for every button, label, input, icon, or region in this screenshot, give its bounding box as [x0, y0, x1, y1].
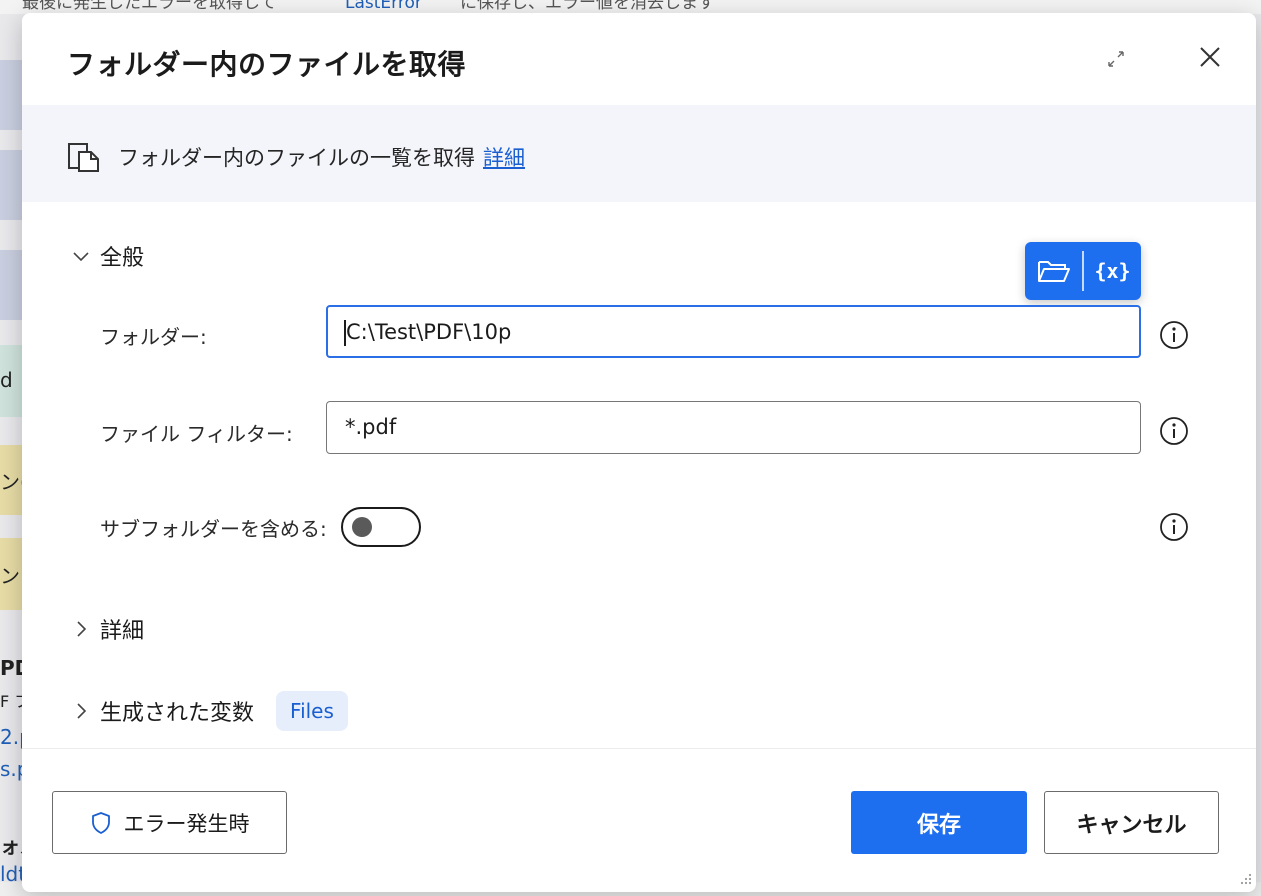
folder-label: フォルダー: [100, 325, 207, 349]
folder-input[interactable]: C:\Test\PDF\10p [326, 305, 1141, 358]
background-text-link: LastError [345, 0, 422, 13]
input-picker-toolbar: {x} [1025, 242, 1141, 300]
background-text-left: 最後に発生したエラーを取得して [22, 0, 277, 13]
save-button[interactable]: 保存 [851, 791, 1027, 854]
description-band: フォルダー内のファイルの一覧を取得 詳細 [22, 105, 1256, 202]
cancel-button[interactable]: キャンセル [1044, 791, 1219, 854]
description-label: フォルダー内のファイルの一覧を取得 [118, 146, 475, 170]
info-icon[interactable] [1159, 512, 1189, 542]
section-general-label: 全般 [100, 246, 145, 271]
description-text: フォルダー内のファイルの一覧を取得 詳細 [118, 142, 525, 172]
variable-badge-files[interactable]: Files [276, 691, 348, 731]
folder-open-icon [1037, 261, 1070, 282]
chevron-right-icon [77, 621, 87, 637]
background-text-right: に保存し、エラー値を消去します [460, 0, 715, 13]
background-status-line: 最後に発生したエラーを取得して LastError に保存し、エラー値を消去しま… [0, 0, 1261, 14]
background-fragment: ン [0, 564, 20, 588]
dialog-title: フォルダー内のファイルを取得 [67, 48, 467, 81]
background-panel [0, 60, 22, 130]
include-subfolders-toggle[interactable] [341, 507, 421, 547]
close-button[interactable] [1192, 39, 1228, 75]
info-icon[interactable] [1159, 416, 1189, 446]
chevron-right-icon [77, 703, 87, 719]
section-variables-header[interactable]: 生成された変数 Files [70, 691, 348, 731]
background-panel [0, 250, 22, 320]
browse-folder-button[interactable] [1025, 242, 1082, 300]
footer-divider [22, 748, 1256, 749]
file-list-icon [68, 143, 99, 172]
section-advanced-header[interactable]: 詳細 [70, 613, 144, 645]
learn-more-link[interactable]: 詳細 [483, 146, 525, 170]
on-error-button[interactable]: エラー発生時 [52, 791, 287, 854]
file-filter-label: ファイル フィルター: [100, 422, 293, 446]
get-files-in-folder-dialog: フォルダー内のファイルを取得 フォルダー内のファイルの一覧を取得 詳細 全般 {… [22, 13, 1256, 892]
background-panel [0, 150, 22, 220]
shield-icon [91, 811, 110, 834]
info-icon[interactable] [1159, 320, 1189, 350]
toggle-knob [352, 517, 372, 537]
resize-grip-icon[interactable] [1237, 871, 1253, 887]
insert-variable-button[interactable]: {x} [1084, 242, 1141, 300]
include-subfolders-label: サブフォルダーを含める: [100, 517, 327, 541]
expand-arrows-icon [1108, 51, 1124, 67]
on-error-label: エラー発生時 [123, 811, 250, 836]
section-advanced-label: 詳細 [100, 619, 145, 644]
background-fragment: d [0, 368, 13, 392]
section-general-header[interactable]: 全般 [70, 240, 144, 272]
text-caret [344, 320, 346, 346]
chevron-down-icon [73, 252, 89, 262]
close-icon [1200, 47, 1220, 67]
file-filter-input[interactable]: *.pdf [326, 401, 1141, 454]
section-variables-label: 生成された変数 [100, 701, 255, 726]
expand-button[interactable] [1098, 41, 1134, 77]
